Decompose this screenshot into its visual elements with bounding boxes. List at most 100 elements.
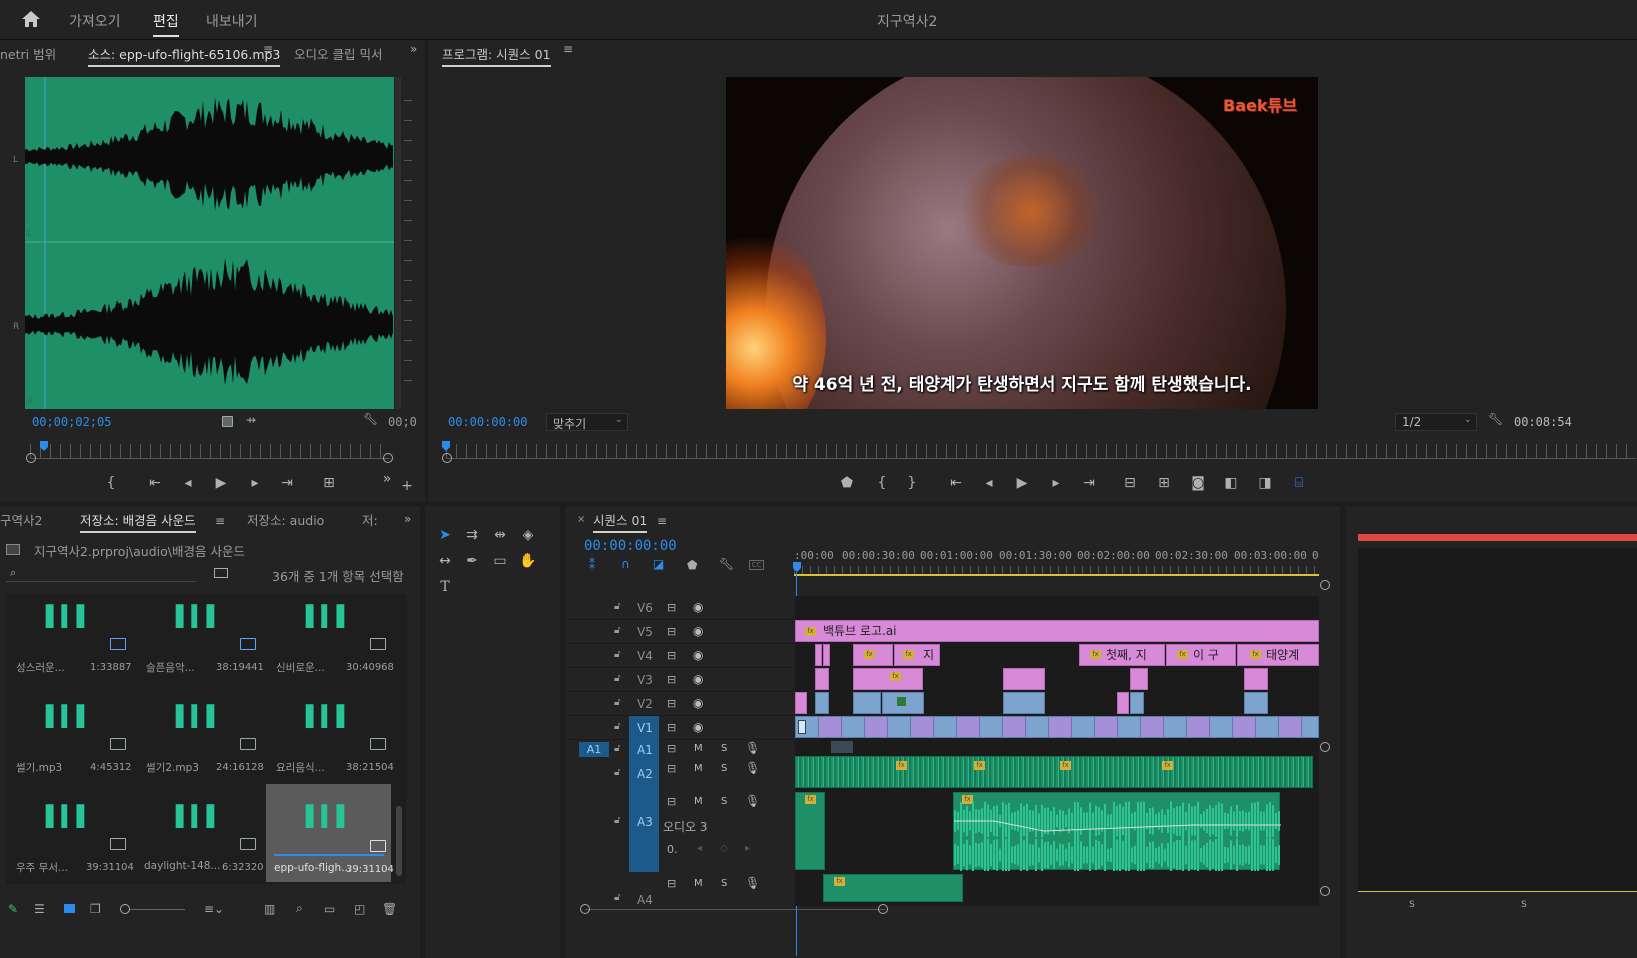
eye-icon[interactable]: ◉: [693, 720, 703, 734]
tab-source[interactable]: 소스: epp-ufo-flight-65106.mp3: [88, 40, 281, 70]
close-icon[interactable]: ×: [577, 514, 585, 525]
zoom-handle-left[interactable]: [26, 453, 36, 463]
microphone-icon[interactable]: 🎙︎: [745, 761, 760, 775]
mark-out-button[interactable]: }: [901, 472, 923, 494]
source-time-ruler[interactable]: [30, 444, 390, 458]
hand-tool-icon[interactable]: ✋: [517, 550, 539, 572]
lock-icon[interactable]: 🔓︎: [614, 767, 620, 778]
clip-video[interactable]: [815, 692, 829, 714]
folder-up-icon[interactable]: [6, 544, 20, 555]
sync-lock-icon[interactable]: ⊟: [667, 877, 676, 890]
lock-icon[interactable]: 🔓︎: [614, 892, 620, 903]
clip-image[interactable]: fx: [853, 668, 923, 690]
more-buttons-icon[interactable]: »: [376, 468, 398, 490]
selection-tool-icon[interactable]: ➤: [434, 524, 456, 546]
mute-button[interactable]: M: [694, 878, 703, 889]
timeline-horizontal-scroll[interactable]: [585, 909, 885, 910]
panel-overflow-icon[interactable]: »: [404, 512, 411, 526]
bin-item[interactable]: ▌▍▌ 썰기2.mp3 24:16128: [136, 694, 264, 794]
sync-lock-icon[interactable]: ⊟: [667, 721, 676, 734]
ripple-edit-tool-icon[interactable]: ⇹: [489, 524, 511, 546]
vertical-zoom-bar[interactable]: [395, 77, 401, 409]
clip-caption[interactable]: fx: [853, 644, 893, 666]
wrench-icon[interactable]: 🔧︎: [719, 557, 734, 571]
freeform-view-icon[interactable]: ❐: [90, 902, 101, 916]
sync-lock-icon[interactable]: ⊟: [667, 742, 676, 755]
lock-icon[interactable]: 🔓︎: [614, 649, 620, 660]
timeline-ruler[interactable]: :00:00 00:00:30:00 00:01:00:00 00:01:30:…: [794, 546, 1319, 576]
audio-target-column[interactable]: [629, 740, 659, 872]
clip-image[interactable]: [1244, 668, 1268, 690]
tab-bin-bgm[interactable]: 저장소: 배경음 사운드: [80, 506, 196, 536]
clip-caption[interactable]: fx 태양계: [1237, 644, 1319, 666]
add-marker-icon[interactable]: ⬟: [687, 558, 697, 572]
scroll-handle-left[interactable]: [580, 904, 590, 914]
zoom-handle-right[interactable]: [383, 453, 393, 463]
clip-caption[interactable]: fx 지: [894, 644, 940, 666]
resolution-dropdown[interactable]: 1/2 ⌄: [1395, 413, 1477, 431]
razor-tool-icon[interactable]: ◈: [517, 524, 539, 546]
bin-scrollbar[interactable]: [396, 806, 402, 876]
source-timecode[interactable]: 00;00;02;05: [32, 415, 111, 429]
timeline-tracks-area[interactable]: fx 백튜브 로고.ai fx fx 지 fx 첫째, 지 fx 이 구 fx …: [795, 596, 1319, 906]
step-forward-button[interactable]: ▸: [244, 472, 266, 494]
scroll-handle-right[interactable]: [1320, 886, 1330, 896]
source-zoom-bar[interactable]: [30, 458, 390, 459]
go-to-out-button[interactable]: ⇥: [1078, 472, 1100, 494]
zoom-slider[interactable]: [130, 909, 185, 910]
list-view-icon[interactable]: ☰: [34, 902, 45, 916]
zoom-slider-handle[interactable]: [120, 904, 130, 914]
sync-lock-icon[interactable]: ⊟: [667, 762, 676, 775]
drag-audio-icon[interactable]: ⇸: [246, 413, 256, 427]
microphone-icon[interactable]: 🎙︎: [745, 794, 760, 808]
tab-audio-clip-mixer[interactable]: 오디오 클립 믹서: [294, 40, 390, 70]
vertical-scroll-handle[interactable]: [1320, 580, 1330, 590]
mark-in-button[interactable]: {: [100, 472, 122, 494]
sort-icon[interactable]: ≡⌄: [204, 902, 224, 916]
panel-menu-icon[interactable]: ≡: [263, 42, 273, 56]
slip-tool-icon[interactable]: ↔: [434, 550, 456, 572]
lock-icon[interactable]: 🔓︎: [614, 743, 620, 754]
program-zoom-bar[interactable]: [446, 458, 1636, 459]
scroll-handle-right[interactable]: [1320, 742, 1330, 752]
camera-icon[interactable]: ◙: [1187, 472, 1209, 494]
bin-item[interactable]: ▌▍▌ 요리음식... 38:21504: [266, 694, 394, 794]
program-video-frame[interactable]: Baek튜브 약 46억 년 전, 태양계가 탄생하면서 지구도 함께 탄생했습…: [726, 77, 1318, 409]
bin-item[interactable]: ▌▍▌ 슬픈음악... 38:19441: [136, 594, 264, 694]
clip-caption[interactable]: fx 이 구: [1166, 644, 1236, 666]
mute-button[interactable]: M: [694, 743, 703, 754]
eye-icon[interactable]: ◉: [693, 624, 703, 638]
clip-a1-selected[interactable]: [831, 741, 853, 753]
bin-item[interactable]: ▌▍▌ 신비로운... 30:40968: [266, 594, 394, 694]
zoom-handle-left[interactable]: [442, 453, 452, 463]
lock-icon[interactable]: 🔓︎: [614, 601, 620, 612]
captions-icon[interactable]: CC: [749, 560, 764, 570]
linked-selection-icon[interactable]: ◪: [653, 557, 664, 571]
sync-lock-icon[interactable]: ⊟: [667, 649, 676, 662]
comparison-view-icon[interactable]: ◧: [1220, 472, 1242, 494]
work-area-bar[interactable]: [794, 574, 1319, 576]
home-icon[interactable]: [21, 10, 41, 28]
track-select-tool-icon[interactable]: ⇉: [461, 524, 483, 546]
program-title[interactable]: 프로그램: 시퀀스 01: [442, 40, 551, 70]
pen-tool-icon[interactable]: ✒: [461, 550, 483, 572]
waveform-display[interactable]: L R: [25, 77, 394, 409]
add-button-icon[interactable]: +: [396, 475, 418, 497]
solo-button[interactable]: S: [721, 743, 727, 754]
play-button[interactable]: ▶: [210, 472, 232, 494]
audio-track-name[interactable]: 오디오 3: [663, 818, 708, 835]
drag-video-icon[interactable]: [222, 416, 233, 427]
clip-a3-audio-bgm[interactable]: fx: [953, 792, 1281, 871]
clip-image[interactable]: [1130, 668, 1148, 690]
sync-lock-icon[interactable]: ⊟: [667, 625, 676, 638]
vr-video-icon[interactable]: ⌸: [1288, 472, 1310, 494]
insert-button[interactable]: ⊞: [318, 472, 340, 494]
bin-item-selected[interactable]: ▌▍▌ epp-ufo-fligh... 39:31104: [266, 784, 394, 882]
automate-to-sequence-icon[interactable]: ▥: [264, 902, 275, 916]
clip-video[interactable]: [882, 692, 924, 714]
lock-icon[interactable]: 🔓︎: [614, 673, 620, 684]
sync-lock-icon[interactable]: ⊟: [667, 795, 676, 808]
clip-logo[interactable]: fx 백튜브 로고.ai: [795, 620, 1319, 642]
bin-item[interactable]: ▌▍▌ daylight-148... 6:32320: [136, 794, 264, 894]
lift-button[interactable]: ⊟: [1119, 472, 1141, 494]
